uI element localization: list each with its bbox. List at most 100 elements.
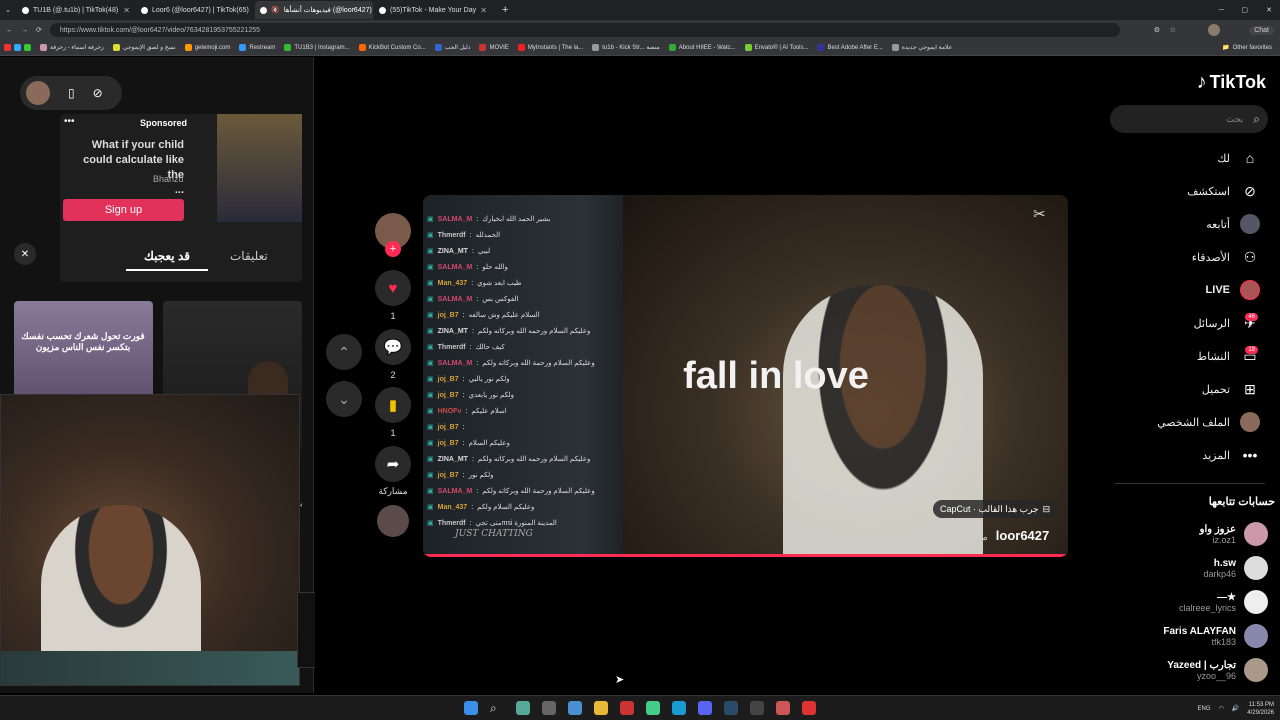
discord-icon[interactable] xyxy=(698,701,712,715)
followed-account[interactable]: h.sw darkp46 xyxy=(1118,553,1268,583)
followed-account[interactable]: Yazeed | تجارب yzoo__96 xyxy=(1118,655,1268,685)
nav-friends[interactable]: ⚇ الأصدقاء xyxy=(1192,247,1260,267)
url-input[interactable]: https://www.tiktok.com/@loor6427/video/7… xyxy=(49,23,1120,37)
close-icon[interactable]: ✕ xyxy=(480,6,487,15)
bookmark-item[interactable]: زخرفة اسماء - زخرفة xyxy=(40,44,104,51)
bookmark-label: Envato® | AI Tools... xyxy=(754,44,809,51)
bookmark-item[interactable]: Restream xyxy=(239,44,275,51)
nav-for-you[interactable]: ⌂ لك xyxy=(1217,148,1260,168)
username[interactable]: loor6427 xyxy=(996,528,1049,543)
tab-comments[interactable]: تعليقات xyxy=(230,249,268,263)
bookmark-item[interactable]: Best Adobe After E... xyxy=(817,44,883,51)
clock[interactable]: 11:53 PM 4/29/2026 xyxy=(1247,701,1274,717)
minimize-icon[interactable]: ─ xyxy=(1219,7,1224,14)
app-icon[interactable] xyxy=(568,701,582,715)
other-favorites[interactable]: 📁 Other favorites xyxy=(1222,44,1272,52)
bookmark-item[interactable]: tu1b - Kick Str... منصة xyxy=(592,44,660,51)
tab-you-may-like[interactable]: قد يعجبك xyxy=(144,249,190,263)
bookmark-item[interactable] xyxy=(4,44,31,51)
nav-explore[interactable]: ⊘ استكشف xyxy=(1187,181,1260,201)
sign-up-button[interactable]: Sign up xyxy=(63,199,184,221)
nav-upload[interactable]: ⊞ تحميل xyxy=(1202,379,1260,399)
avatar[interactable] xyxy=(26,81,50,105)
search-input[interactable]: بحث ⌕ xyxy=(1110,105,1268,133)
browser-tab[interactable]: Loor6 (@loor6427) | TikTok(65) ✕ xyxy=(136,1,254,19)
wifi-icon[interactable]: ◠ xyxy=(1219,705,1224,712)
nav-more[interactable]: ••• المزيد xyxy=(1202,445,1260,465)
app-icon[interactable] xyxy=(516,701,530,715)
bookmark-item[interactable]: علامة ايموجي جديدة xyxy=(891,44,952,51)
bookmark-item[interactable]: MOVIE xyxy=(479,44,509,51)
bookmark-item[interactable]: About HIIEE - Watc... xyxy=(668,44,736,51)
chat-separator: : xyxy=(476,263,479,271)
app-icon[interactable] xyxy=(802,701,816,715)
steam-icon[interactable] xyxy=(724,701,738,715)
followed-account[interactable]: عزوز واو iz.oz1 xyxy=(1118,519,1268,549)
close-icon[interactable]: ✕ xyxy=(253,6,254,15)
capcut-icon[interactable]: ✂ xyxy=(1033,205,1046,223)
bookmark-item[interactable]: دليل الحب xyxy=(434,44,471,51)
nav-live[interactable]: LIVE xyxy=(1206,280,1260,300)
profile-avatar[interactable] xyxy=(1208,24,1220,36)
app-icon[interactable] xyxy=(750,701,764,715)
video-progress-bar[interactable] xyxy=(423,554,1068,557)
app-icon[interactable] xyxy=(776,701,790,715)
music-disc[interactable] xyxy=(377,505,409,537)
bookmark-item[interactable]: TU1B3 | Instagram... xyxy=(284,44,350,51)
phone-icon[interactable]: ▯ xyxy=(68,86,75,100)
tab-menu-icon[interactable]: ⌄ xyxy=(0,6,16,14)
mute-icon[interactable]: 🔇 xyxy=(271,6,280,14)
video-player[interactable]: ▣ SALMA_M: بشير الحمد الله ابخيارك ▣ Thmerdf… xyxy=(423,195,1068,557)
like-button[interactable]: ♥ xyxy=(375,270,411,306)
share-button[interactable]: ➦ xyxy=(375,446,411,482)
bookmark-item[interactable]: KickBot Custom Co... xyxy=(358,44,426,51)
app-icon[interactable] xyxy=(646,701,660,715)
comment-button[interactable]: 💬 xyxy=(375,329,411,365)
new-tab-icon[interactable]: + xyxy=(502,4,508,16)
app-icon[interactable] xyxy=(542,701,556,715)
next-video-button[interactable]: ⌄ xyxy=(326,381,362,417)
search-icon[interactable]: ⌕ xyxy=(490,701,504,715)
maximize-icon[interactable]: ▢ xyxy=(1241,6,1248,14)
more-icon[interactable]: ••• xyxy=(64,116,75,127)
chat-user: joj_B7 xyxy=(437,439,459,447)
tiktok-logo[interactable]: ♪ TikTok xyxy=(1197,71,1266,94)
chat-button[interactable]: Chat xyxy=(1249,25,1274,35)
extensions-icon[interactable]: ⚙ xyxy=(1154,26,1160,34)
nav-following[interactable]: أتابعه xyxy=(1206,214,1260,234)
tiktok-favicon-icon xyxy=(141,6,148,14)
previous-video-button[interactable]: ⌃ xyxy=(326,334,362,370)
followed-account[interactable]: —★ clalreee_lyrics xyxy=(1118,587,1268,617)
chat-user: joj_B7 xyxy=(437,375,459,383)
bookmark-item[interactable]: MyInstants | The la... xyxy=(517,44,583,51)
start-icon[interactable] xyxy=(464,701,478,715)
bookmark-item[interactable]: نسخ و لصق الإيموجي xyxy=(112,44,176,51)
chat-user: SALMA_M xyxy=(437,359,473,367)
bookmark-item[interactable]: getemoji.com xyxy=(184,44,230,51)
folder-icon[interactable] xyxy=(594,701,608,715)
browser-tab[interactable]: (55)TikTok - Make Your Day ✕ xyxy=(374,1,492,19)
edge-icon[interactable] xyxy=(672,701,686,715)
back-icon[interactable]: ← xyxy=(6,27,13,34)
capcut-template-pill[interactable]: CapCut · جرب هذا القالب ⊟ xyxy=(933,500,1058,518)
forward-icon[interactable]: → xyxy=(21,27,28,34)
followed-account[interactable]: Faris ALAYFAN tfk183 xyxy=(1118,621,1268,651)
bookmark-label: دليل الحب xyxy=(444,45,471,51)
app-icon[interactable] xyxy=(620,701,634,715)
tray-lang[interactable]: ENG xyxy=(1198,706,1211,712)
save-button[interactable]: ▮ xyxy=(375,387,411,423)
reload-icon[interactable]: ⟳ xyxy=(36,26,42,34)
follow-plus-icon[interactable]: + xyxy=(385,241,401,257)
volume-icon[interactable]: 🔊 xyxy=(1232,705,1239,712)
star-icon[interactable]: ☆ xyxy=(1170,26,1176,34)
chat-line: ▣ SALMA_M: بشير الحمد الله ابخيارك xyxy=(427,211,623,227)
close-icon[interactable]: ✕ xyxy=(123,6,130,15)
compass-icon[interactable]: ⊘ xyxy=(93,86,103,100)
window-close-icon[interactable]: ✕ xyxy=(1266,6,1272,14)
browser-tab-active[interactable]: 🔇فيديوهات أنشأها (@loor6427) ✕ xyxy=(255,1,373,19)
nav-profile[interactable]: الملف الشخصي xyxy=(1157,412,1260,432)
avatar xyxy=(1244,590,1268,614)
browser-tab[interactable]: TU1B (@.tu1b) | TikTok(48) ✕ xyxy=(17,1,135,19)
bookmark-item[interactable]: Envato® | AI Tools... xyxy=(744,44,809,51)
close-panel-button[interactable]: ✕ xyxy=(14,243,36,265)
